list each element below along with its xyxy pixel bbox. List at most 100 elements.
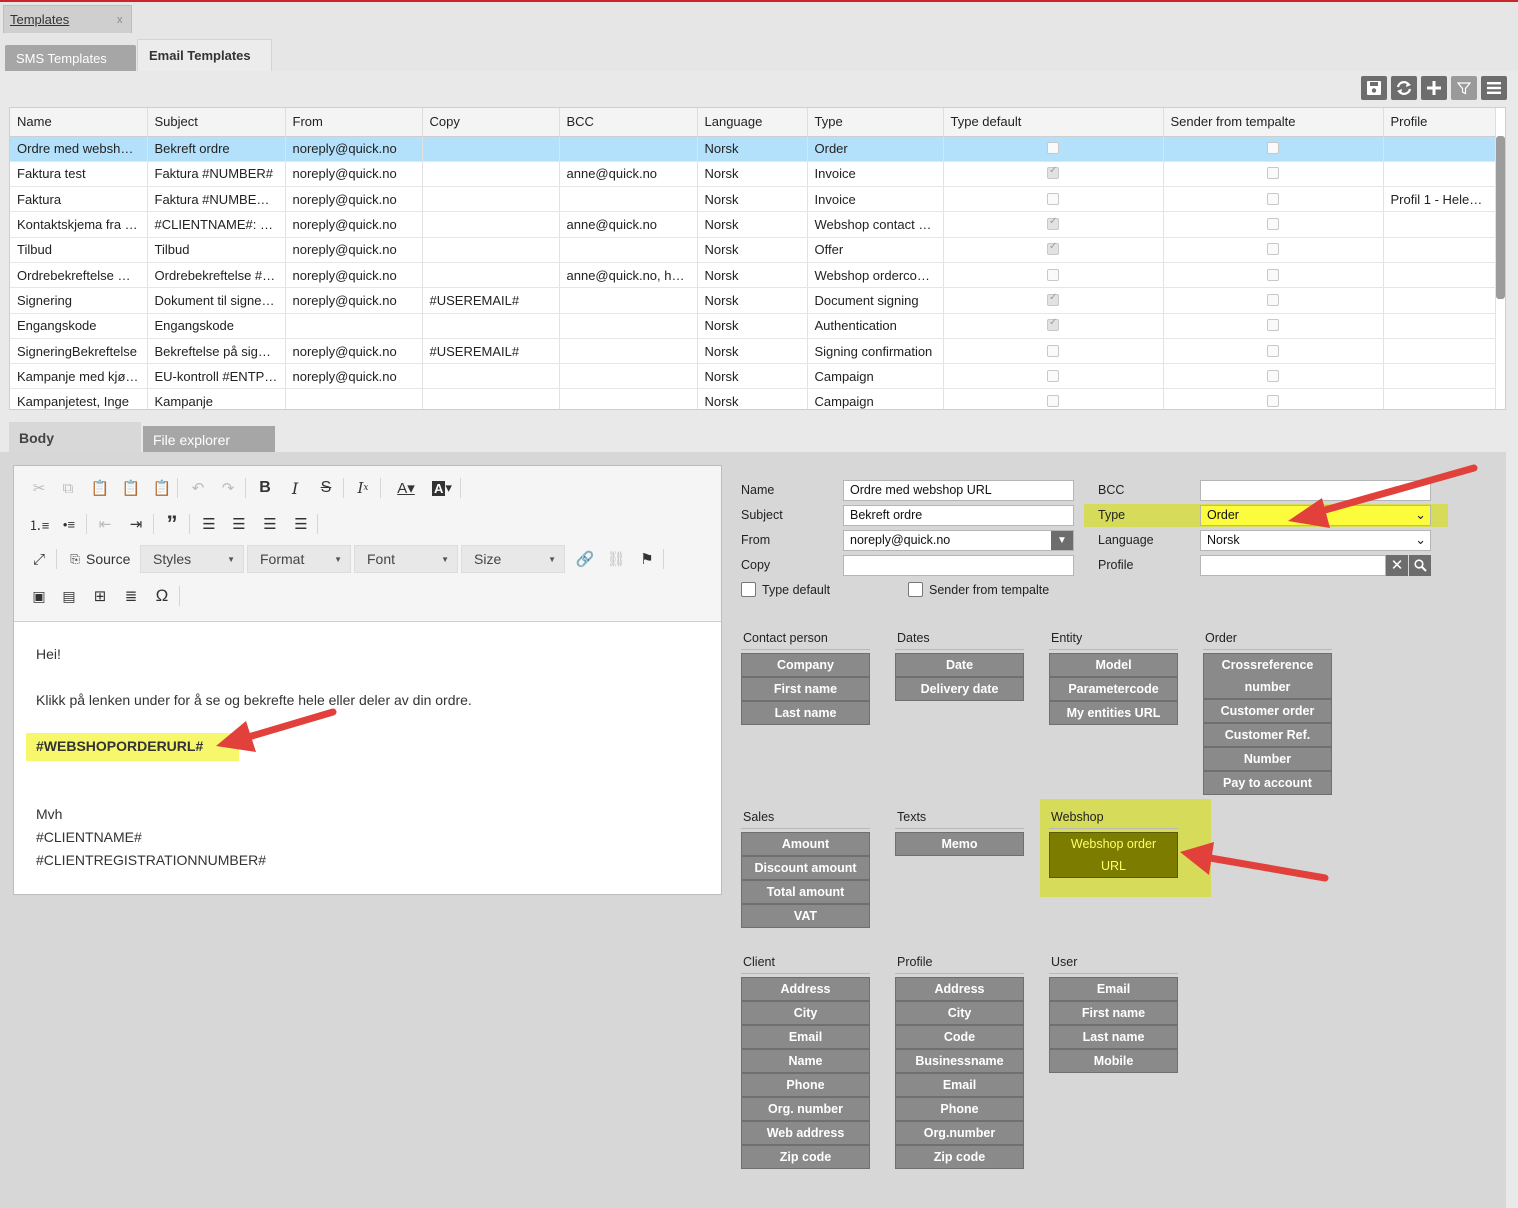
- undo-icon[interactable]: ↶: [187, 477, 209, 499]
- row-checkbox[interactable]: [1047, 395, 1059, 408]
- from-select[interactable]: noreply@quick.no ▼: [843, 530, 1074, 551]
- profile-field[interactable]: [1200, 555, 1386, 576]
- table-row[interactable]: Tilbud Tilbud noreply@quick.no Norsk Offer: [10, 237, 1496, 263]
- copy-field[interactable]: [843, 555, 1074, 576]
- table-row[interactable]: Faktura test Faktura #NUMBER# noreply@quic…: [10, 161, 1496, 188]
- placeholder-button-order[interactable]: Number: [1203, 747, 1332, 771]
- save-icon[interactable]: [1361, 76, 1387, 100]
- indent-icon[interactable]: ⇥: [125, 513, 147, 535]
- source-button-label[interactable]: Source: [86, 551, 130, 567]
- placeholder-button-user[interactable]: Mobile: [1049, 1049, 1178, 1073]
- bullet-list-icon[interactable]: •≡: [58, 513, 80, 535]
- copy-icon[interactable]: ⧉: [57, 477, 79, 499]
- placeholder-button-profile[interactable]: Code: [895, 1025, 1024, 1049]
- cell-sender[interactable]: [1163, 136, 1384, 162]
- cell-sender[interactable]: [1163, 262, 1384, 289]
- placeholder-button-contact-person[interactable]: Last name: [741, 701, 870, 725]
- tab-file-explorer[interactable]: File explorer: [143, 426, 275, 454]
- window-tab-templates[interactable]: Templates x: [3, 5, 132, 33]
- type-select[interactable]: Order ⌄: [1200, 505, 1431, 526]
- row-checkbox[interactable]: [1047, 292, 1059, 306]
- row-checkbox[interactable]: [1267, 192, 1279, 205]
- editor-line-greeting[interactable]: Hei!: [36, 646, 61, 662]
- table-row[interactable]: SigneringBekreftelse Bekreftelse på sign……: [10, 338, 1496, 365]
- placeholder-button-profile[interactable]: Businessname: [895, 1049, 1024, 1073]
- row-checkbox[interactable]: [1267, 142, 1279, 155]
- placeholder-button-client[interactable]: Phone: [741, 1073, 870, 1097]
- grid-scrollbar[interactable]: [1496, 136, 1505, 299]
- editor-line-instruction[interactable]: Klikk på lenken under for å se og bekref…: [36, 692, 472, 708]
- placeholder-button-client[interactable]: Web address: [741, 1121, 870, 1145]
- blockquote-icon[interactable]: ”: [161, 511, 183, 536]
- row-checkbox[interactable]: [1047, 216, 1059, 231]
- table-row[interactable]: Engangskode Engangskode Norsk Authenticatio…: [10, 313, 1496, 339]
- row-checkbox[interactable]: [1047, 165, 1059, 180]
- cell-type-default[interactable]: [943, 262, 1164, 289]
- remove-format-icon[interactable]: Ix: [352, 477, 374, 499]
- row-checkbox[interactable]: [1047, 142, 1059, 155]
- size-combo[interactable]: Size ▼: [461, 545, 565, 573]
- col-header-copy[interactable]: Copy: [422, 108, 560, 137]
- placeholder-button-profile[interactable]: City: [895, 1001, 1024, 1025]
- unlink-icon[interactable]: ⛓: [605, 548, 627, 570]
- row-checkbox[interactable]: [1047, 192, 1059, 205]
- col-header-subject[interactable]: Subject: [147, 108, 286, 137]
- cell-type-default[interactable]: [943, 161, 1164, 188]
- link-icon[interactable]: 🔗: [574, 548, 596, 570]
- justify-icon[interactable]: ☰: [290, 513, 312, 535]
- redo-icon[interactable]: ↷: [217, 477, 239, 499]
- font-combo[interactable]: Font ▼: [354, 545, 458, 573]
- col-header-sender[interactable]: Sender from tempalte: [1163, 108, 1384, 137]
- paste-icon[interactable]: 📋: [89, 477, 111, 499]
- type-default-checkbox[interactable]: [741, 582, 756, 597]
- placeholder-button-contact-person[interactable]: First name: [741, 677, 870, 701]
- styles-combo[interactable]: Styles ▼: [140, 545, 244, 573]
- align-left-icon[interactable]: ☰: [198, 513, 220, 535]
- name-field[interactable]: Ordre med webshop URL: [843, 480, 1074, 501]
- cell-type-default[interactable]: [943, 287, 1164, 314]
- placeholder-button-client[interactable]: Address: [741, 977, 870, 1001]
- placeholder-button-sales[interactable]: Discount amount: [741, 856, 870, 880]
- subject-field[interactable]: Bekreft ordre: [843, 505, 1074, 526]
- table-row[interactable]: Ordrebekreftelse w… Ordrebekreftelse #… no…: [10, 262, 1496, 289]
- text-color-icon[interactable]: A▾: [391, 477, 421, 499]
- horizontal-rule-icon[interactable]: ≣: [120, 585, 142, 607]
- placeholder-button-client[interactable]: Zip code: [741, 1145, 870, 1169]
- numbered-list-icon[interactable]: ⒈≡: [28, 513, 50, 535]
- placeholder-button-sales[interactable]: Amount: [741, 832, 870, 856]
- paste-word-icon[interactable]: 📋: [151, 477, 173, 499]
- placeholder-button-texts[interactable]: Memo: [895, 832, 1024, 856]
- format-combo[interactable]: Format ▼: [247, 545, 351, 573]
- placeholder-button-order[interactable]: Crossreference number: [1203, 653, 1332, 699]
- col-header-language[interactable]: Language: [697, 108, 808, 137]
- cell-sender[interactable]: [1163, 211, 1384, 238]
- col-header-profile[interactable]: Profile: [1383, 108, 1496, 137]
- filter-icon[interactable]: [1451, 76, 1477, 100]
- table-row[interactable]: Ordre med websho… Bekreft ordre noreply@qu…: [10, 136, 1496, 162]
- row-checkbox[interactable]: [1047, 241, 1059, 256]
- cell-type-default[interactable]: [943, 313, 1164, 339]
- bcc-field[interactable]: [1200, 480, 1431, 501]
- placeholder-button-profile[interactable]: Zip code: [895, 1145, 1024, 1169]
- row-checkbox[interactable]: [1267, 293, 1279, 306]
- col-header-from[interactable]: From: [285, 108, 423, 137]
- placeholder-button-order[interactable]: Customer order: [1203, 699, 1332, 723]
- anchor-flag-icon[interactable]: ⚑: [636, 548, 658, 570]
- menu-icon[interactable]: [1481, 76, 1507, 100]
- row-checkbox[interactable]: [1047, 344, 1059, 357]
- cell-type-default[interactable]: [943, 338, 1164, 365]
- image-icon[interactable]: ▣: [28, 585, 50, 607]
- cut-icon[interactable]: ✂: [28, 477, 50, 499]
- table-row[interactable]: Signering Dokument til signer… noreply@qui…: [10, 287, 1496, 314]
- placeholder-button-order[interactable]: Pay to account: [1203, 771, 1332, 795]
- col-header-type[interactable]: Type: [807, 108, 944, 137]
- bg-color-icon[interactable]: A ▾: [427, 477, 457, 499]
- row-checkbox[interactable]: [1267, 369, 1279, 382]
- clear-icon[interactable]: ✕: [1386, 555, 1408, 576]
- editor-line-webshop-url[interactable]: #WEBSHOPORDERURL#: [36, 738, 203, 754]
- source-icon[interactable]: ⎘: [64, 548, 86, 570]
- row-checkbox[interactable]: [1267, 243, 1279, 256]
- placeholder-button-contact-person[interactable]: Company: [741, 653, 870, 677]
- cell-sender[interactable]: [1163, 338, 1384, 365]
- language-select[interactable]: Norsk ⌄: [1200, 530, 1431, 551]
